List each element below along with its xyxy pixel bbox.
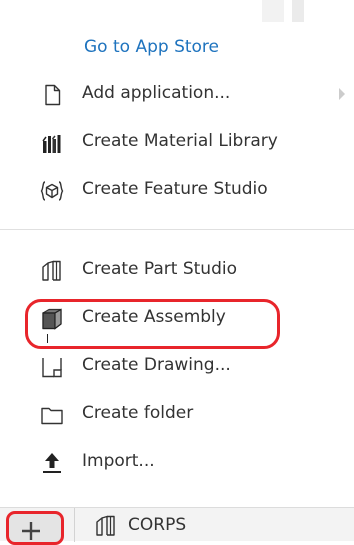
background-column [262, 0, 284, 22]
part-studio-icon [96, 515, 115, 536]
menu-item-add-application[interactable]: Add application... [0, 76, 354, 112]
menu-item-create-part-studio[interactable]: Create Part Studio [0, 252, 354, 288]
assembly-icon [42, 308, 62, 330]
menu-item-create-folder[interactable]: Create folder [0, 396, 354, 432]
tab-bar: CORPS [0, 507, 354, 545]
part-studio-icon [42, 260, 61, 281]
chevron-right-icon [339, 88, 345, 100]
tab-separator [74, 508, 75, 542]
tab-label: CORPS [128, 515, 187, 535]
menu-item-label: Create Part Studio [82, 259, 238, 279]
add-tab-button[interactable] [6, 511, 64, 545]
tab-corps[interactable]: CORPS [76, 508, 236, 542]
background-column [292, 0, 304, 22]
drawing-icon [42, 358, 62, 378]
insert-menu: Go to App Store Add application... Creat… [0, 22, 354, 507]
menu-item-create-assembly[interactable]: Create Assembly [0, 300, 354, 336]
import-icon [43, 453, 61, 473]
menu-item-create-drawing[interactable]: Create Drawing... [0, 348, 354, 384]
menu-item-label: Create Feature Studio [82, 179, 268, 199]
menu-item-create-material-library[interactable]: Create Material Library [0, 124, 354, 160]
material-library-icon [42, 135, 61, 153]
text-cursor [47, 334, 48, 343]
menu-item-label: Create Assembly [82, 307, 226, 327]
document-icon [45, 84, 61, 106]
menu-item-label: Create Material Library [82, 131, 278, 151]
menu-item-label: Import... [82, 451, 155, 471]
feature-studio-icon [40, 181, 64, 201]
top-strip [0, 0, 354, 22]
menu-item-label: Add application... [82, 83, 231, 103]
menu-item-create-feature-studio[interactable]: Create Feature Studio [0, 172, 354, 208]
plus-icon [22, 522, 40, 540]
app-store-link[interactable]: Go to App Store [84, 37, 219, 57]
folder-icon [41, 407, 63, 425]
menu-item-label: Create Drawing... [82, 355, 231, 375]
menu-item-label: Create folder [82, 403, 194, 423]
menu-divider [0, 229, 354, 230]
menu-item-import[interactable]: Import... [0, 444, 354, 480]
